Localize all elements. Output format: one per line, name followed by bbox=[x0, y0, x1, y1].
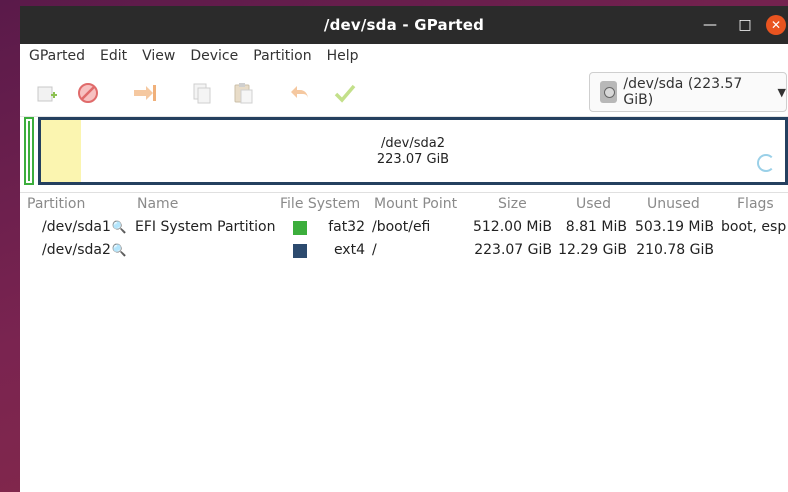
filesystem-cell: fat32 bbox=[328, 219, 365, 235]
device-selector-label: /dev/sda (223.57 GiB) bbox=[623, 76, 743, 108]
menu-bar: GParted Edit View Device Partition Help bbox=[20, 44, 788, 68]
flags-cell: boot, esp bbox=[721, 219, 787, 235]
unused-cell: 503.19 MiB bbox=[634, 219, 714, 235]
used-cell: 12.29 GiB bbox=[558, 242, 627, 258]
name-cell: EFI System Partition bbox=[135, 219, 276, 235]
partition-table: Partition Name File System Mount Point S… bbox=[20, 194, 788, 262]
minimize-icon[interactable]: — bbox=[700, 15, 720, 35]
col-filesystem[interactable]: File System bbox=[280, 196, 360, 212]
device-selector[interactable]: /dev/sda (223.57 GiB) ▼ bbox=[589, 72, 787, 112]
menu-gparted[interactable]: GParted bbox=[23, 48, 91, 64]
close-icon[interactable]: ✕ bbox=[766, 15, 786, 35]
col-used[interactable]: Used bbox=[576, 196, 611, 212]
mount-cell: /boot/efi bbox=[372, 219, 431, 235]
apply-icon[interactable] bbox=[332, 80, 358, 106]
toolbar: /dev/sda (223.57 GiB) ▼ bbox=[20, 68, 788, 117]
gparted-window: /dev/sda - GParted — □ ✕ GParted Edit Vi… bbox=[20, 6, 788, 492]
menu-help[interactable]: Help bbox=[321, 48, 365, 64]
divider bbox=[20, 192, 788, 193]
paste-icon[interactable] bbox=[230, 80, 256, 106]
chevron-down-icon: ▼ bbox=[777, 85, 786, 99]
partition-cell: /dev/sda2🔍 bbox=[42, 242, 127, 258]
col-flags[interactable]: Flags bbox=[737, 196, 774, 212]
copy-icon[interactable] bbox=[189, 80, 215, 106]
filesystem-color-swatch bbox=[293, 244, 307, 258]
key-icon: 🔍 bbox=[111, 243, 127, 257]
title-bar[interactable]: /dev/sda - GParted — □ ✕ bbox=[20, 6, 788, 44]
key-icon: 🔍 bbox=[111, 220, 127, 234]
diskmap-label: /dev/sda2 223.07 GiB bbox=[41, 136, 785, 168]
menu-view[interactable]: View bbox=[136, 48, 181, 64]
table-row[interactable]: /dev/sda1🔍 EFI System Partition fat32 /b… bbox=[20, 216, 788, 239]
col-name[interactable]: Name bbox=[137, 196, 178, 212]
col-unused[interactable]: Unused bbox=[647, 196, 700, 212]
delete-icon[interactable] bbox=[75, 80, 101, 106]
mount-cell: / bbox=[372, 242, 377, 258]
filesystem-cell: ext4 bbox=[333, 242, 365, 258]
busy-spinner-icon bbox=[757, 154, 775, 172]
disk-map: /dev/sda2 223.07 GiB bbox=[24, 117, 788, 187]
partition-path: /dev/sda2 bbox=[42, 242, 111, 258]
col-partition[interactable]: Partition bbox=[27, 196, 85, 212]
undo-icon[interactable] bbox=[287, 80, 313, 106]
new-icon[interactable] bbox=[34, 80, 60, 106]
menu-partition[interactable]: Partition bbox=[247, 48, 317, 64]
col-mount-point[interactable]: Mount Point bbox=[374, 196, 457, 212]
diskmap-partition-size: 223.07 GiB bbox=[376, 152, 450, 167]
size-cell: 512.00 MiB bbox=[472, 219, 552, 235]
window-title: /dev/sda - GParted bbox=[323, 16, 485, 34]
filesystem-color-swatch bbox=[293, 221, 307, 235]
disk-icon bbox=[600, 81, 618, 103]
col-size[interactable]: Size bbox=[498, 196, 527, 212]
used-cell: 8.81 MiB bbox=[565, 219, 627, 235]
menu-edit[interactable]: Edit bbox=[94, 48, 133, 64]
table-header: Partition Name File System Mount Point S… bbox=[20, 194, 788, 216]
menu-device[interactable]: Device bbox=[184, 48, 244, 64]
desktop-background bbox=[0, 0, 20, 492]
diskmap-sda1[interactable] bbox=[24, 117, 34, 185]
resize-move-icon[interactable] bbox=[132, 80, 158, 106]
partition-path: /dev/sda1 bbox=[42, 219, 111, 235]
partition-cell: /dev/sda1🔍 bbox=[42, 219, 127, 235]
table-row[interactable]: /dev/sda2🔍 ext4 / 223.07 GiB 12.29 GiB 2… bbox=[20, 239, 788, 262]
size-cell: 223.07 GiB bbox=[474, 242, 552, 258]
diskmap-sda2[interactable]: /dev/sda2 223.07 GiB bbox=[38, 117, 788, 185]
diskmap-partition-name: /dev/sda2 bbox=[381, 136, 445, 151]
maximize-icon[interactable]: □ bbox=[735, 15, 755, 35]
unused-cell: 210.78 GiB bbox=[636, 242, 714, 258]
